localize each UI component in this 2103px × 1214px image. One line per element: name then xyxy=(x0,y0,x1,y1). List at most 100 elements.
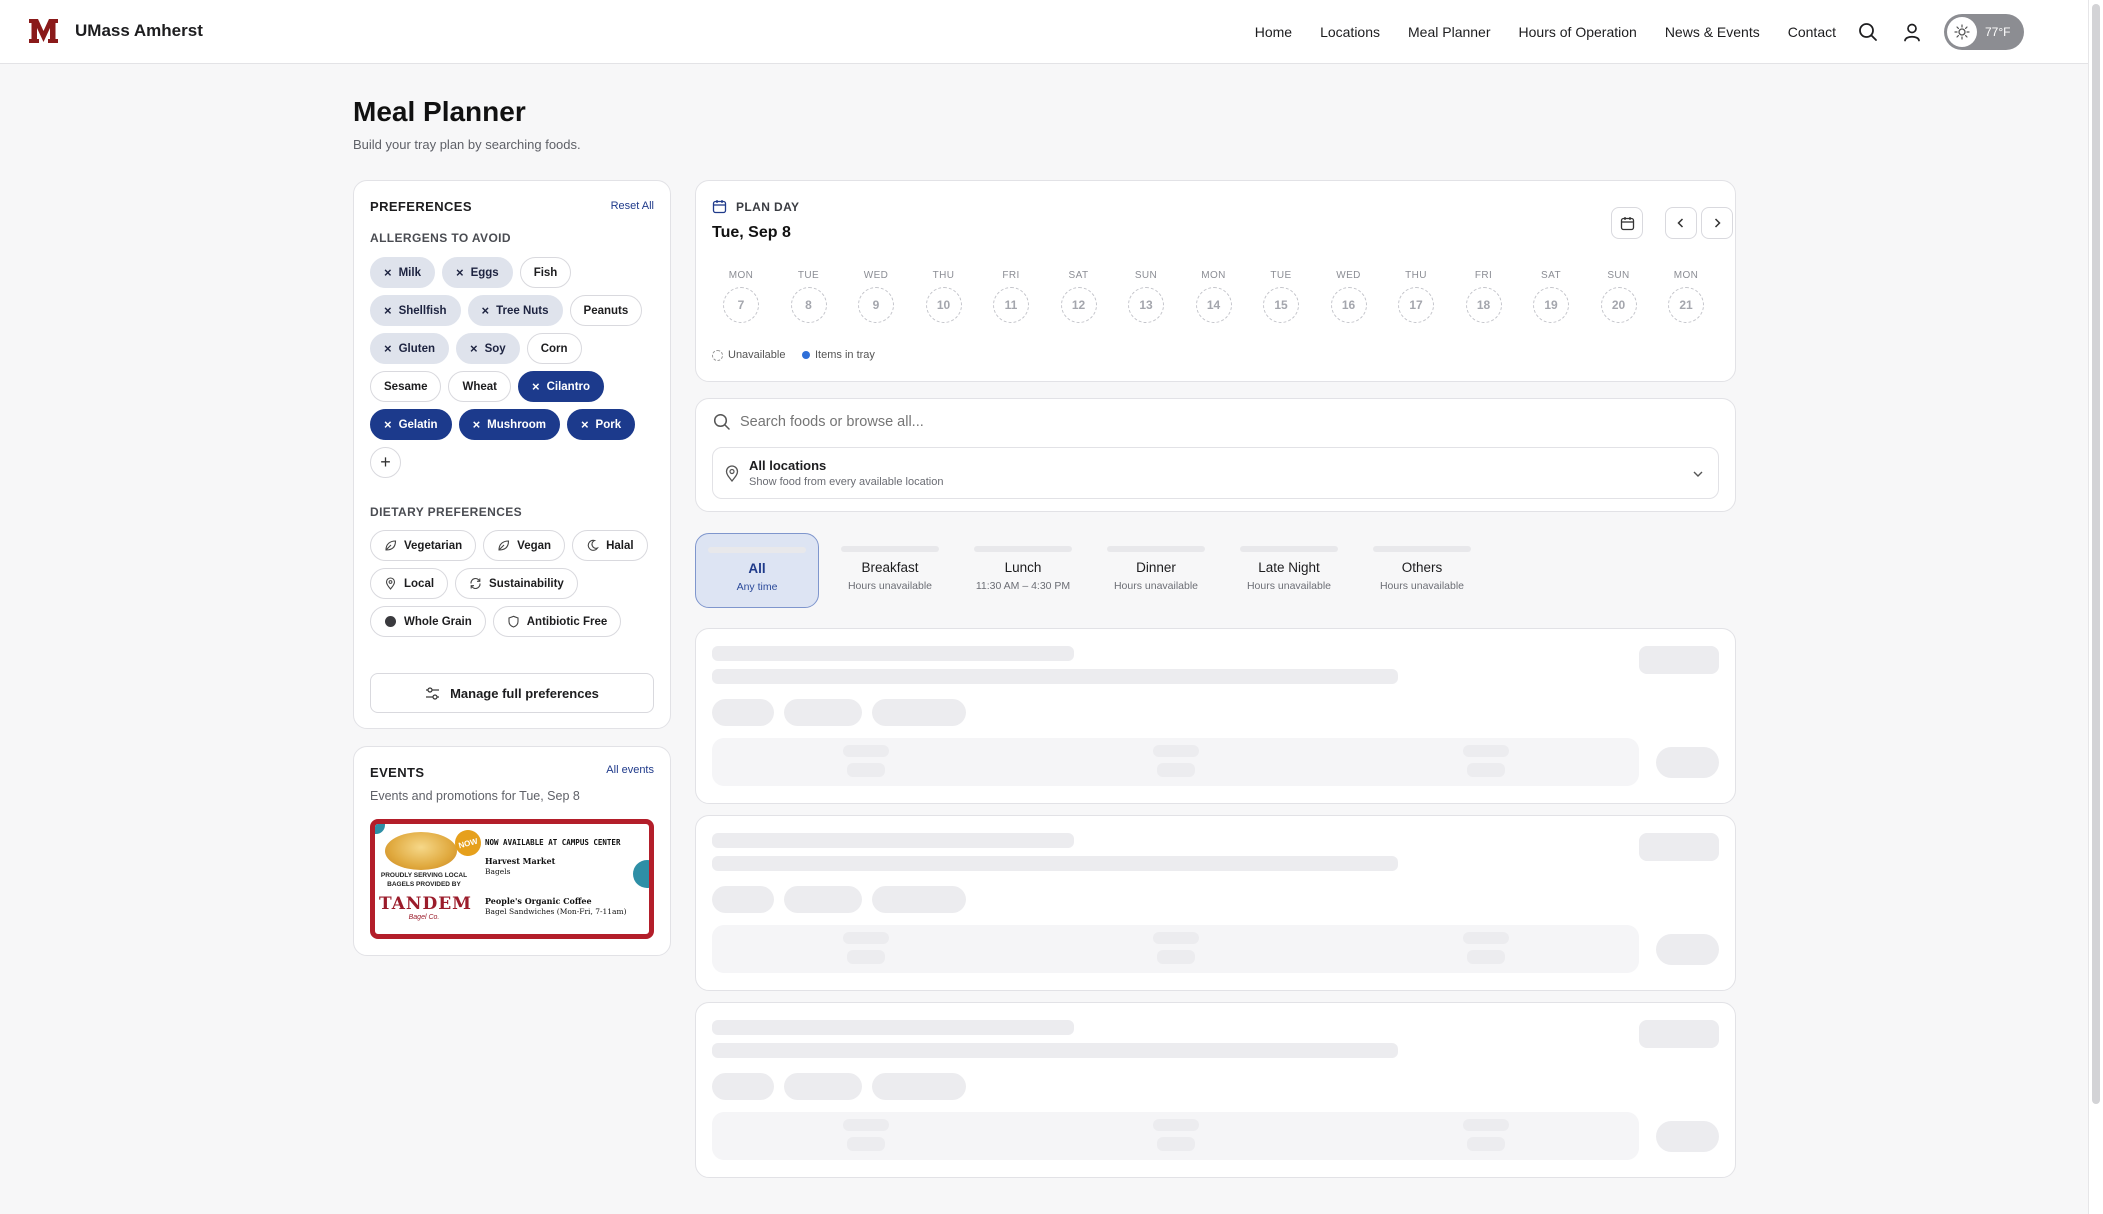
day-cell[interactable]: TUE 8 xyxy=(779,270,839,323)
day-cell[interactable]: WED 16 xyxy=(1319,270,1379,323)
tab-all[interactable]: All Any time xyxy=(695,533,819,608)
day-name: MON xyxy=(728,270,754,281)
nav-home[interactable]: Home xyxy=(1255,24,1292,40)
legend-tray-label: Items in tray xyxy=(815,349,875,361)
meal-tab-hours: Any time xyxy=(736,581,778,593)
tab-breakfast[interactable]: Breakfast Hours unavailable xyxy=(828,533,952,608)
chip-label: Halal xyxy=(606,539,634,552)
brand[interactable]: UMass Amherst xyxy=(28,17,203,45)
allergen-chip-gluten[interactable]: × Gluten xyxy=(370,333,450,364)
day-number: 12 xyxy=(1060,287,1097,323)
allergen-chip-shellfish[interactable]: × Shellfish xyxy=(370,295,461,326)
meal-tab-hours: Hours unavailable xyxy=(1246,580,1332,592)
manage-preferences-button[interactable]: Manage full preferences xyxy=(370,673,654,713)
tab-late-night[interactable]: Late Night Hours unavailable xyxy=(1227,533,1351,608)
dietary-chip-sustainability[interactable]: Sustainability xyxy=(455,568,578,599)
day-cell[interactable]: WED 9 xyxy=(846,270,906,323)
close-icon: × xyxy=(384,303,392,318)
events-subtitle: Events and promotions for Tue, Sep 8 xyxy=(370,789,580,803)
location-select[interactable]: All locations Show food from every avail… xyxy=(712,447,1719,499)
all-events-link[interactable]: All events xyxy=(606,764,654,776)
day-cell[interactable]: SAT 12 xyxy=(1049,270,1109,323)
tab-lunch[interactable]: Lunch 11:30 AM – 4:30 PM xyxy=(961,533,1085,608)
skeleton-stat xyxy=(1463,932,1509,944)
day-cell[interactable]: FRI 11 xyxy=(981,270,1041,323)
allergen-chip-eggs[interactable]: × Eggs xyxy=(441,257,513,288)
add-allergen-button[interactable]: + xyxy=(370,447,401,478)
day-cell[interactable]: MON 7 xyxy=(711,270,771,323)
scrollbar-thumb[interactable] xyxy=(2092,4,2100,1104)
meal-tab-indicator xyxy=(841,546,939,552)
event-promo-banner[interactable]: NOW PROUDLY SERVING LOCAL BAGELS PROVIDE… xyxy=(370,819,654,939)
day-cell[interactable]: THU 17 xyxy=(1386,270,1446,323)
calendar-picker-button[interactable] xyxy=(1611,207,1643,239)
skeleton-action xyxy=(1639,1020,1719,1048)
legend-unavailable: Unavailable xyxy=(712,349,785,361)
day-cell[interactable]: SUN 13 xyxy=(1116,270,1176,323)
skeleton-stat xyxy=(843,932,889,944)
allergen-chip-pork[interactable]: × Pork xyxy=(566,409,636,440)
tab-dinner[interactable]: Dinner Hours unavailable xyxy=(1094,533,1218,608)
allergen-chip-corn[interactable]: Corn xyxy=(526,333,582,364)
previous-day-button[interactable] xyxy=(1665,207,1697,239)
tandem-logo-text: TANDEM xyxy=(379,894,472,914)
meal-tab-indicator xyxy=(1240,546,1338,552)
dietary-chip-local[interactable]: Local xyxy=(370,568,449,599)
next-day-button[interactable] xyxy=(1701,207,1733,239)
dietary-chip-vegetarian[interactable]: Vegetarian xyxy=(370,530,477,561)
chevron-left-icon xyxy=(1677,218,1684,228)
meal-tab-hours: Hours unavailable xyxy=(1379,580,1465,592)
search-icon[interactable] xyxy=(1856,20,1880,44)
loading-card xyxy=(695,1002,1736,1178)
day-cell[interactable]: TUE 15 xyxy=(1251,270,1311,323)
nav-hours[interactable]: Hours of Operation xyxy=(1519,24,1637,40)
allergen-chip-tree-nuts[interactable]: × Tree Nuts xyxy=(467,295,563,326)
skeleton-stat xyxy=(1467,1137,1505,1151)
crescent-icon xyxy=(586,539,599,552)
chevron-down-icon xyxy=(1693,471,1703,477)
tab-others[interactable]: Others Hours unavailable xyxy=(1360,533,1484,608)
dashed-circle-icon xyxy=(712,349,723,361)
nav-news-events[interactable]: News & Events xyxy=(1665,24,1760,40)
day-cell[interactable]: SAT 19 xyxy=(1521,270,1581,323)
day-cell[interactable]: MON 14 xyxy=(1184,270,1244,323)
day-name: SUN xyxy=(1607,270,1630,281)
skeleton-tag xyxy=(712,1073,774,1100)
nav-locations[interactable]: Locations xyxy=(1320,24,1380,40)
skeleton-add-button xyxy=(1656,934,1719,965)
dietary-chip-antibiotic-free[interactable]: Antibiotic Free xyxy=(492,606,622,637)
allergen-chip-peanuts[interactable]: Peanuts xyxy=(569,295,643,326)
allergen-chip-cilantro[interactable]: × Cilantro xyxy=(517,371,605,402)
allergen-chip-soy[interactable]: × Soy xyxy=(456,333,520,364)
user-icon[interactable] xyxy=(1900,20,1924,44)
day-cell[interactable]: FRI 18 xyxy=(1454,270,1514,323)
chip-label: Corn xyxy=(540,342,568,355)
bagel-image xyxy=(385,832,457,870)
allergen-chip-mushroom[interactable]: × Mushroom xyxy=(458,409,560,440)
theme-weather-toggle[interactable]: 77°F xyxy=(1944,14,2024,50)
dietary-chip-halal[interactable]: Halal xyxy=(572,530,648,561)
leaf-icon xyxy=(384,539,397,552)
allergen-chip-gelatin[interactable]: × Gelatin xyxy=(370,409,452,440)
allergen-chip-fish[interactable]: Fish xyxy=(519,257,572,288)
reset-all-link[interactable]: Reset All xyxy=(611,200,654,212)
page-scrollbar[interactable] xyxy=(2088,0,2103,1214)
day-cell[interactable]: THU 10 xyxy=(914,270,974,323)
nav-contact[interactable]: Contact xyxy=(1788,24,1836,40)
dietary-chip-vegan[interactable]: Vegan xyxy=(483,530,566,561)
day-cell[interactable]: SUN 20 xyxy=(1589,270,1649,323)
day-cell[interactable]: MON 21 xyxy=(1656,270,1716,323)
allergen-chip-milk[interactable]: × Milk xyxy=(370,257,435,288)
skeleton-subtitle xyxy=(712,856,1398,871)
dietary-chip-whole-grain[interactable]: Whole Grain xyxy=(370,606,486,637)
day-number: 21 xyxy=(1668,287,1704,323)
day-name: FRI xyxy=(1002,270,1020,281)
nav-meal-planner[interactable]: Meal Planner xyxy=(1408,24,1491,40)
chip-label: Pork xyxy=(595,418,622,431)
chip-label: Peanuts xyxy=(583,304,629,317)
allergen-chip-wheat[interactable]: Wheat xyxy=(448,371,511,402)
close-icon: × xyxy=(580,417,589,432)
food-search-input[interactable] xyxy=(740,408,1700,436)
sun-icon xyxy=(1947,17,1977,47)
allergen-chip-sesame[interactable]: Sesame xyxy=(370,371,442,402)
